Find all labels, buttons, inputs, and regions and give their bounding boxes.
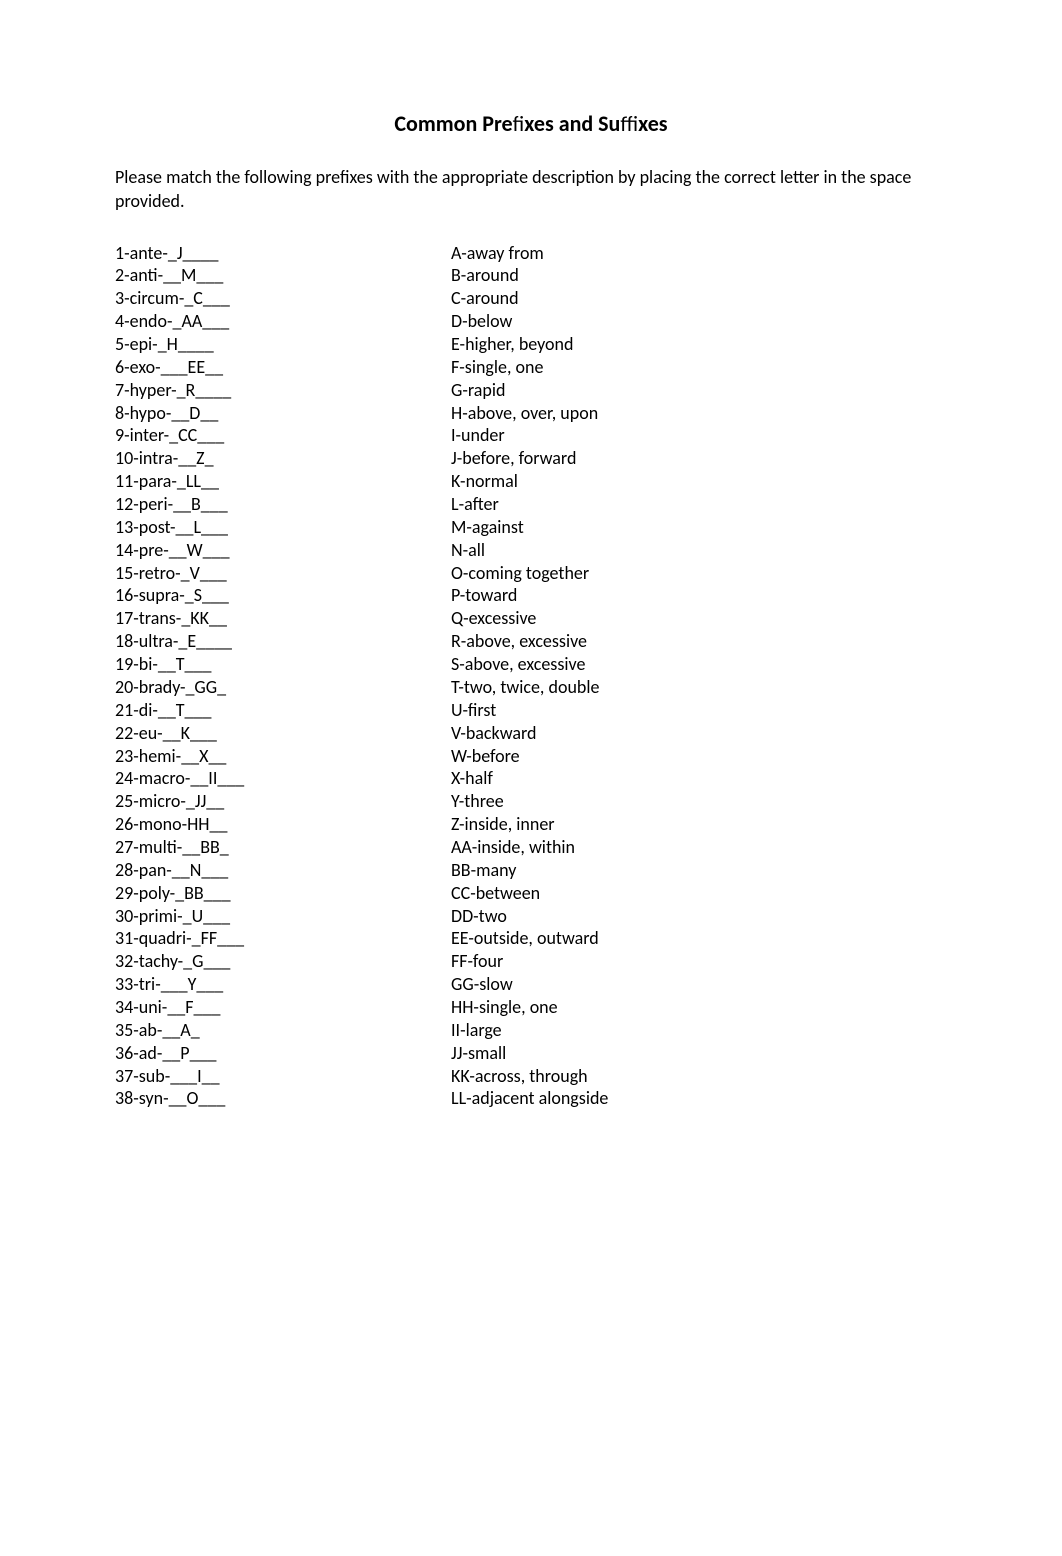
definition-item: B-around: [451, 264, 947, 287]
prefix-item: 5-epi-_H____: [115, 333, 451, 356]
definition-item: O-coming together: [451, 562, 947, 585]
prefix-item: 8-hypo-__D__: [115, 402, 451, 425]
definition-item: DD-two: [451, 905, 947, 928]
definition-item: U-first: [451, 699, 947, 722]
definition-item: I-under: [451, 424, 947, 447]
prefix-item: 34-uni-__F___: [115, 996, 451, 1019]
prefix-item: 2-anti-__M___: [115, 264, 451, 287]
definition-item: T-two, twice, double: [451, 676, 947, 699]
prefix-item: 20-brady-_GG_: [115, 676, 451, 699]
prefix-item: 19-bi-__T___: [115, 653, 451, 676]
definition-item: X-half: [451, 767, 947, 790]
prefix-item: 27-multi-__BB_: [115, 836, 451, 859]
title-part-1: Common Pre: [394, 110, 512, 137]
definition-item: P-toward: [451, 584, 947, 607]
definition-item: W-before: [451, 745, 947, 768]
definition-item: FF-four: [451, 950, 947, 973]
prefix-item: 3-circum-_C___: [115, 287, 451, 310]
prefix-item: 15-retro-_V___: [115, 562, 451, 585]
instructions-text: Please match the following prefixes with…: [115, 165, 947, 214]
definition-item: EE-outside, outward: [451, 927, 947, 950]
prefix-item: 26-mono-HH__: [115, 813, 451, 836]
definition-item: H-above, over, upon: [451, 402, 947, 425]
prefix-item: 36-ad-__P___: [115, 1042, 451, 1065]
definition-item: D-below: [451, 310, 947, 333]
definition-item: KK-across, through: [451, 1065, 947, 1088]
prefix-item: 12-peri-__B___: [115, 493, 451, 516]
definition-item: A-away from: [451, 242, 947, 265]
definition-item: II-large: [451, 1019, 947, 1042]
definition-item: L-after: [451, 493, 947, 516]
definition-item: Y-three: [451, 790, 947, 813]
prefix-item: 30-primi-_U___: [115, 905, 451, 928]
prefix-item: 9-inter-_CC___: [115, 424, 451, 447]
prefix-item: 6-exo-___EE__: [115, 356, 451, 379]
prefix-item: 13-post-__L___: [115, 516, 451, 539]
prefix-column: 1-ante-_J____2-anti-__M___3-circum-_C___…: [115, 242, 451, 1111]
prefix-item: 25-micro-_JJ__: [115, 790, 451, 813]
prefix-item: 38-syn-__O___: [115, 1087, 451, 1110]
prefix-item: 1-ante-_J____: [115, 242, 451, 265]
prefix-item: 16-supra-_S___: [115, 584, 451, 607]
prefix-item: 32-tachy-_G___: [115, 950, 451, 973]
prefix-item: 7-hyper-_R____: [115, 379, 451, 402]
definition-item: Z-inside, inner: [451, 813, 947, 836]
definition-item: JJ-small: [451, 1042, 947, 1065]
prefix-item: 18-ultra-_E____: [115, 630, 451, 653]
prefix-item: 4-endo-_AA___: [115, 310, 451, 333]
definition-item: C-around: [451, 287, 947, 310]
prefix-item: 24-macro-__II___: [115, 767, 451, 790]
definition-item: K-normal: [451, 470, 947, 493]
title-part-2: fi: [513, 110, 525, 137]
prefix-item: 22-eu-__K___: [115, 722, 451, 745]
definition-item: E-higher, beyond: [451, 333, 947, 356]
definition-item: HH-single, one: [451, 996, 947, 1019]
prefix-item: 31-quadri-_FF___: [115, 927, 451, 950]
title-part-3: xes and Su: [524, 110, 620, 137]
definition-item: CC-between: [451, 882, 947, 905]
prefix-item: 21-di-__T___: [115, 699, 451, 722]
title-part-5: xes: [638, 110, 667, 137]
prefix-item: 23-hemi-__X__: [115, 745, 451, 768]
definition-item: AA-inside, within: [451, 836, 947, 859]
prefix-item: 14-pre-__W___: [115, 539, 451, 562]
definition-item: J-before, forward: [451, 447, 947, 470]
prefix-item: 11-para-_LL__: [115, 470, 451, 493]
definition-item: R-above, excessive: [451, 630, 947, 653]
definition-item: GG-slow: [451, 973, 947, 996]
prefix-item: 29-poly-_BB___: [115, 882, 451, 905]
page-title: Common Prefixes and Suffixes: [115, 110, 947, 137]
prefix-item: 35-ab-__A_: [115, 1019, 451, 1042]
definition-item: Q-excessive: [451, 607, 947, 630]
prefix-item: 10-intra-__Z_: [115, 447, 451, 470]
prefix-item: 33-tri-___Y___: [115, 973, 451, 996]
definition-item: G-rapid: [451, 379, 947, 402]
definition-column: A-away fromB-aroundC-aroundD-belowE-high…: [451, 242, 947, 1111]
definition-item: F-single, one: [451, 356, 947, 379]
title-part-4: ffi: [620, 110, 638, 137]
definition-item: N-all: [451, 539, 947, 562]
definition-item: BB-many: [451, 859, 947, 882]
definition-item: M-against: [451, 516, 947, 539]
definition-item: V-backward: [451, 722, 947, 745]
prefix-item: 28-pan-__N___: [115, 859, 451, 882]
prefix-item: 17-trans-_KK__: [115, 607, 451, 630]
definition-item: S-above, excessive: [451, 653, 947, 676]
definition-item: LL-adjacent alongside: [451, 1087, 947, 1110]
content-columns: 1-ante-_J____2-anti-__M___3-circum-_C___…: [115, 242, 947, 1111]
prefix-item: 37-sub-___I__: [115, 1065, 451, 1088]
